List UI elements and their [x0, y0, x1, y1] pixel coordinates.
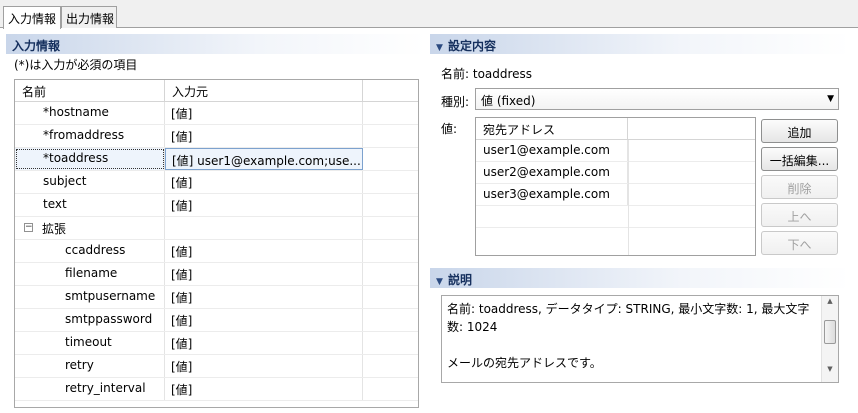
column-header-source[interactable]: 入力元 [165, 80, 363, 101]
description-text: 名前: toaddress, データタイプ: STRING, 最小文字数: 1,… [447, 300, 817, 372]
row-name: smtppassword [15, 309, 165, 331]
row-name: timeout [15, 332, 165, 354]
row-name: *fromaddress [15, 125, 165, 147]
address-table-header: 宛先アドレス [476, 118, 755, 140]
description-line-1: 名前: toaddress, データタイプ: STRING, 最小文字数: 1,… [447, 302, 810, 334]
tree-row-filename[interactable]: filename [値] [15, 263, 418, 286]
tree-row-retry[interactable]: retry [値] [15, 355, 418, 378]
tab-output-info[interactable]: 出力情報 [61, 6, 117, 28]
row-source: [値] user1@example.com;use... [165, 148, 363, 170]
row-source [165, 217, 363, 239]
address-value-table[interactable]: 宛先アドレス user1@example.com user2@example.c… [475, 117, 756, 256]
settings-name-line: 名前: toaddress [441, 67, 533, 81]
required-note: (*)は入力が必須の項目 [14, 58, 138, 72]
row-name: 拡張 [15, 217, 165, 239]
row-source: [値] [165, 171, 363, 193]
column-header-name[interactable]: 名前 [15, 80, 165, 101]
row-source: [値] [165, 263, 363, 285]
row-source: [値] [165, 240, 363, 262]
address-row[interactable]: user1@example.com [476, 140, 755, 162]
move-up-button[interactable]: 上へ [761, 203, 838, 227]
description-box[interactable]: 名前: toaddress, データタイプ: STRING, 最小文字数: 1,… [441, 295, 839, 383]
chevron-down-icon[interactable]: ▼ [827, 94, 834, 104]
value-label: 値: [441, 122, 458, 136]
tab-input-info[interactable]: 入力情報 [3, 6, 61, 29]
settings-section-header[interactable]: ▼ 設定内容 [430, 34, 850, 54]
row-name: *toaddress [15, 148, 165, 170]
input-section-title: 入力情報 [12, 39, 61, 53]
row-name: subject [15, 171, 165, 193]
tree-header: 名前 入力元 [15, 80, 418, 102]
tree-row-retry-interval[interactable]: retry_interval [値] [15, 378, 418, 401]
triangle-down-icon[interactable]: ▼ [436, 43, 448, 53]
row-name: text [15, 194, 165, 216]
row-name: retry [15, 355, 165, 377]
bulk-edit-button[interactable]: 一括編集... [761, 147, 838, 171]
tree-row-group-extension[interactable]: 拡張 − [15, 217, 418, 240]
tree-row-timeout[interactable]: timeout [値] [15, 332, 418, 355]
address-row[interactable]: user3@example.com [476, 184, 755, 206]
description-section-header[interactable]: ▼ 説明 [430, 268, 850, 288]
minus-box-icon[interactable]: − [24, 223, 33, 232]
tree-row-hostname[interactable]: *hostname [値] [15, 102, 418, 125]
row-source: [値] [165, 355, 363, 377]
address-row[interactable]: user2@example.com [476, 162, 755, 184]
row-source: [値] [165, 102, 363, 124]
row-source: [値] [165, 309, 363, 331]
row-name: retry_interval [15, 378, 165, 400]
tree-row-subject[interactable]: subject [値] [15, 171, 418, 194]
tree-row-smtpusername[interactable]: smtpusername [値] [15, 286, 418, 309]
add-button[interactable]: 追加 [761, 119, 838, 143]
tree-row-ccaddress[interactable]: ccaddress [値] [15, 240, 418, 263]
tree-row-text[interactable]: text [値] [15, 194, 418, 217]
scroll-thumb[interactable] [824, 320, 836, 344]
editor-tab-bar: 入力情報 出力情報 [0, 0, 858, 29]
row-source: [値] [165, 125, 363, 147]
row-source: [値] [165, 332, 363, 354]
empty-row[interactable] [476, 206, 755, 228]
type-select[interactable]: 値 (fixed) ▼ [475, 88, 839, 110]
description-scrollbar[interactable]: ▲ ▼ [821, 296, 838, 382]
row-name: filename [15, 263, 165, 285]
row-name: smtpusername [15, 286, 165, 308]
column-divider [628, 140, 629, 255]
row-name: *hostname [15, 102, 165, 124]
address-value: user3@example.com [476, 184, 628, 205]
type-select-value: 値 (fixed) [481, 94, 536, 108]
triangle-down-icon[interactable]: ▼ [436, 277, 448, 287]
settings-section-title: 設定内容 [448, 39, 497, 53]
address-value: user1@example.com [476, 140, 628, 161]
column-header-address[interactable]: 宛先アドレス [476, 118, 628, 139]
input-section-header: 入力情報 [6, 34, 426, 54]
scroll-up-icon[interactable]: ▲ [822, 297, 838, 313]
tree-row-fromaddress[interactable]: *fromaddress [値] [15, 125, 418, 148]
delete-button[interactable]: 削除 [761, 175, 838, 199]
row-name: ccaddress [15, 240, 165, 262]
move-down-button[interactable]: 下へ [761, 231, 838, 255]
input-tree-table[interactable]: 名前 入力元 *hostname [値] *fromaddress [値] *t… [14, 79, 419, 408]
tree-row-toaddress[interactable]: *toaddress [値] user1@example.com;use... [15, 148, 418, 171]
row-source: [値] [165, 194, 363, 216]
row-source: [値] [165, 378, 363, 400]
scroll-down-icon[interactable]: ▼ [822, 365, 838, 381]
tree-row-smtppassword[interactable]: smtppassword [値] [15, 309, 418, 332]
row-source: [値] [165, 286, 363, 308]
description-section-title: 説明 [448, 273, 473, 287]
description-line-2: メールの宛先アドレスです。 [447, 356, 602, 370]
type-label: 種別: [441, 95, 470, 109]
address-value: user2@example.com [476, 162, 628, 183]
